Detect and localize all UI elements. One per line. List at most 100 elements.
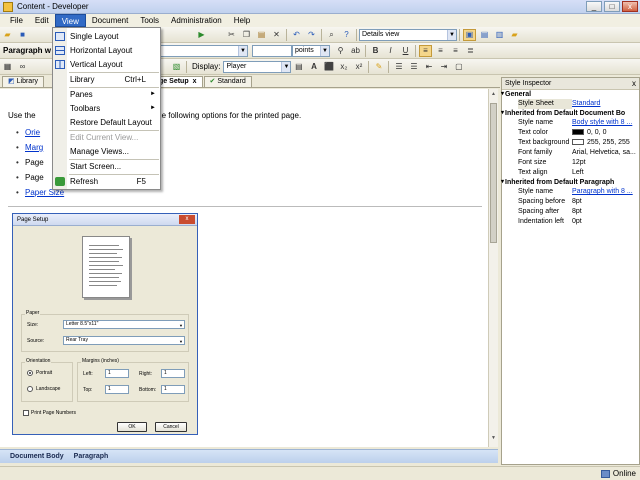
delete-icon[interactable]: ✕: [270, 29, 283, 41]
style-icon[interactable]: ▤: [292, 61, 305, 73]
size-combo[interactable]: [252, 44, 293, 57]
font-combo[interactable]: ▼: [154, 44, 249, 57]
table-icon[interactable]: ▦: [1, 61, 14, 73]
paragraph-style-link[interactable]: Paragraph with 8 ...: [572, 187, 638, 197]
style-sheet-link[interactable]: Standard: [572, 99, 638, 109]
font-color-icon[interactable]: A: [307, 61, 320, 73]
forward-icon[interactable]: ▶: [195, 29, 208, 41]
body-style-link[interactable]: Body style with 8 ...: [572, 118, 638, 128]
inspector-close-icon[interactable]: x: [632, 79, 636, 88]
page-setup-dialog-image: Page Setup x Paper Size: Letter 8.5"x11"…: [12, 213, 198, 435]
menu-document[interactable]: Document: [86, 14, 134, 27]
menu-item-edit-current-view: Edit Current View...: [70, 133, 139, 142]
menu-item-refresh[interactable]: Refresh F5: [53, 175, 160, 188]
link-icon[interactable]: ∞: [16, 61, 29, 73]
document-breadcrumb: Document Body Paragraph: [0, 449, 498, 463]
redo-icon[interactable]: ↷: [305, 29, 318, 41]
undo-icon[interactable]: ↶: [290, 29, 303, 41]
submenu-arrow-icon: ►: [150, 91, 156, 97]
menu-item-start-screen[interactable]: Start Screen...: [53, 160, 160, 173]
text-background-swatch: [572, 139, 584, 146]
vertical-layout-icon: [55, 60, 65, 69]
size-unit-combo[interactable]: points ▼: [292, 44, 331, 57]
breadcrumb-paragraph[interactable]: Paragraph: [74, 453, 109, 460]
menu-item-panes[interactable]: Panes ►: [53, 88, 160, 101]
display-combo[interactable]: Player ▼: [223, 60, 292, 73]
inspector-section-document[interactable]: ▾ Inherited from Default Document Bo: [501, 109, 639, 118]
margins-group-label: Margins (inches): [81, 358, 120, 364]
open-icon[interactable]: ▰: [1, 29, 14, 41]
menu-file[interactable]: File: [4, 14, 29, 27]
outdent-icon[interactable]: ⇤: [422, 61, 435, 73]
menu-item-restore-default-layout[interactable]: Restore Default Layout: [53, 116, 160, 129]
italic-button[interactable]: I: [384, 45, 397, 57]
help-icon[interactable]: ?: [340, 29, 353, 41]
numbered-list-icon[interactable]: ☰: [392, 61, 405, 73]
standard-tab-icon: ✔: [209, 78, 216, 85]
maximize-button[interactable]: □: [604, 1, 620, 12]
menu-edit[interactable]: Edit: [29, 14, 55, 27]
list-item[interactable]: Paper Size: [16, 188, 64, 203]
single-layout-icon[interactable]: ▣: [463, 28, 476, 41]
bullet-list-icon[interactable]: ☰: [407, 61, 420, 73]
indent-icon[interactable]: ⇥: [437, 61, 450, 73]
menu-item-toolbars[interactable]: Toolbars ►: [53, 102, 160, 115]
menu-tools[interactable]: Tools: [134, 14, 165, 27]
save-icon[interactable]: ■: [16, 29, 29, 41]
scroll-down-icon[interactable]: ▼: [490, 435, 497, 445]
subscript-icon[interactable]: x₂: [337, 61, 350, 73]
document-scrollbar[interactable]: ▲ ▼: [488, 89, 498, 447]
copy-icon[interactable]: ❐: [240, 29, 253, 41]
underline-button[interactable]: U: [399, 45, 412, 57]
menu-item-horizontal-layout[interactable]: Horizontal Layout: [53, 44, 160, 57]
bold-button[interactable]: B: [369, 45, 382, 57]
align-right-icon[interactable]: ≡: [449, 45, 462, 57]
highlight-icon[interactable]: ⬛: [322, 61, 335, 73]
tab-library[interactable]: ◩ Library: [2, 76, 45, 87]
superscript-icon[interactable]: x²: [352, 61, 365, 73]
eraser-icon[interactable]: ✎: [372, 61, 385, 73]
inspector-row: Style name Paragraph with 8 ...: [502, 187, 639, 197]
network-icon: [600, 469, 610, 478]
menu-item-vertical-layout[interactable]: Vertical Layout: [53, 58, 160, 71]
portrait-radio: [27, 370, 33, 376]
menu-item-single-layout[interactable]: Single Layout: [53, 30, 160, 43]
scroll-up-icon[interactable]: ▲: [490, 91, 497, 101]
close-tab-icon[interactable]: x: [193, 77, 197, 87]
justify-icon[interactable]: ≣: [464, 45, 477, 57]
source-label: Source:: [27, 338, 45, 344]
align-center-icon[interactable]: ≡: [434, 45, 447, 57]
tab-standard[interactable]: ✔ Standard: [203, 76, 252, 87]
vertical-layout-icon[interactable]: ▥: [493, 29, 506, 41]
minimize-button[interactable]: _: [586, 1, 602, 12]
cut-icon[interactable]: ✂: [225, 29, 238, 41]
dialog-close-icon: x: [179, 215, 195, 224]
menu-item-manage-views[interactable]: Manage Views...: [53, 145, 160, 158]
right-margin-input: 1: [161, 369, 185, 378]
close-button[interactable]: x: [622, 1, 638, 12]
borders-icon[interactable]: ▢: [452, 61, 465, 73]
align-left-icon[interactable]: ≡: [419, 44, 433, 57]
inspector-row: Spacing after 8pt: [518, 208, 582, 215]
menu-administration[interactable]: Administration: [165, 14, 228, 27]
scroll-thumb[interactable]: [490, 103, 497, 243]
inspector-row: Style name Body style with 8 ...: [502, 118, 639, 128]
menu-item-library[interactable]: Library Ctrl+L: [53, 73, 160, 86]
view-combo[interactable]: Details view ▼: [359, 28, 457, 41]
find-icon[interactable]: ⌕: [325, 29, 338, 41]
image-icon[interactable]: ▧: [170, 61, 183, 73]
left-margin-input: 1: [105, 369, 129, 378]
text-icon[interactable]: ab: [349, 45, 362, 57]
horizontal-layout-icon[interactable]: ▤: [478, 29, 491, 41]
horizontal-layout-icon: [55, 46, 65, 55]
breadcrumb-document-body[interactable]: Document Body: [10, 453, 64, 460]
inspector-row: Spacing before 8pt: [518, 198, 582, 205]
paste-icon[interactable]: ▤: [255, 29, 268, 41]
inspector-section-general[interactable]: ▾ General: [501, 90, 639, 99]
paragraph-style-combo[interactable]: Paragraph w: [0, 46, 54, 55]
binoculars-icon[interactable]: ⚲: [334, 45, 347, 57]
folder-icon[interactable]: ▰: [508, 29, 521, 41]
inspector-section-paragraph[interactable]: ▾ Inherited from Default Paragraph: [501, 178, 639, 187]
menu-view[interactable]: View: [54, 14, 86, 27]
menu-help[interactable]: Help: [228, 14, 256, 27]
